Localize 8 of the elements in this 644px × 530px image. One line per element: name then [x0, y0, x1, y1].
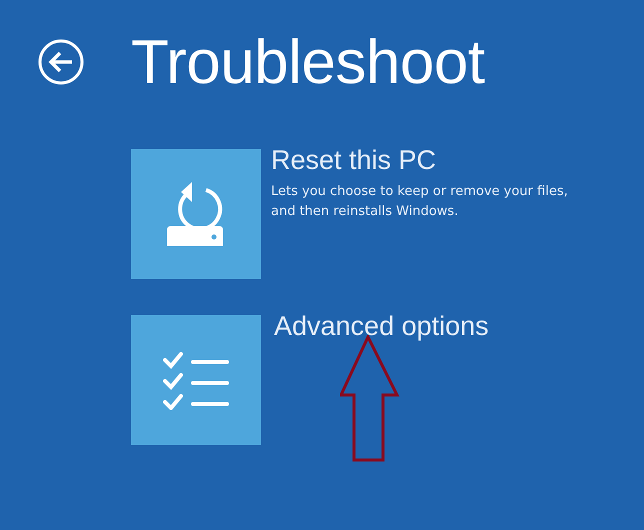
- option-title[interactable]: Reset this PC: [271, 145, 581, 175]
- option-title[interactable]: Advanced options: [274, 311, 489, 341]
- back-icon[interactable]: [37, 38, 85, 86]
- option-tile[interactable]: [131, 149, 261, 279]
- checklist-icon: [163, 350, 229, 410]
- option-description: Lets you choose to keep or remove your files, and then reinstalls Windows.: [271, 183, 569, 221]
- page-title: Troubleshoot: [131, 26, 485, 98]
- option-tile[interactable]: [131, 315, 261, 445]
